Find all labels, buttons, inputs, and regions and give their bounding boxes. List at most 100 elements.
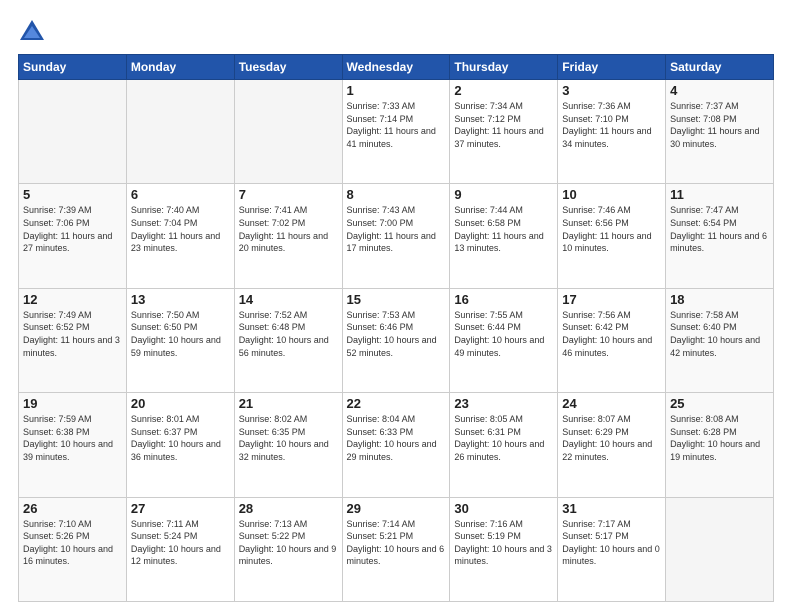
calendar-cell: 26Sunrise: 7:10 AM Sunset: 5:26 PM Dayli… [19,497,127,601]
day-info: Sunrise: 7:33 AM Sunset: 7:14 PM Dayligh… [347,100,446,150]
day-info: Sunrise: 7:50 AM Sunset: 6:50 PM Dayligh… [131,309,230,359]
day-info: Sunrise: 7:13 AM Sunset: 5:22 PM Dayligh… [239,518,338,568]
calendar-cell: 27 Sunrise: 7:11 AM Sunset: 5:24 PM Dayli… [126,497,234,601]
day-info: Sunrise: 8:04 AM Sunset: 6:33 PM Dayligh… [347,413,446,463]
calendar-cell: 8 Sunrise: 7:43 AM Sunset: 7:00 PM Daylig… [342,184,450,288]
calendar-cell: 16 Sunrise: 7:55 AM Sunset: 6:44 PM Dayli… [450,288,558,392]
calendar-cell: 11Sunrise: 7:47 AM Sunset: 6:54 PM Dayli… [666,184,774,288]
day-info: Sunrise: 8:02 AM Sunset: 6:35 PM Dayligh… [239,413,338,463]
day-info: Sunrise: 7:37 AM Sunset: 7:08 PM Dayligh… [670,100,769,150]
calendar-cell: 3 Sunrise: 7:36 AM Sunset: 7:10 PM Daylig… [558,80,666,184]
calendar-week-row: 1 Sunrise: 7:33 AM Sunset: 7:14 PM Daylig… [19,80,774,184]
calendar-cell: 1 Sunrise: 7:33 AM Sunset: 7:14 PM Daylig… [342,80,450,184]
calendar-cell: 10Sunrise: 7:46 AM Sunset: 6:56 PM Dayli… [558,184,666,288]
day-number: 4 [670,83,769,98]
calendar-cell: 17 Sunrise: 7:56 AM Sunset: 6:42 PM Dayli… [558,288,666,392]
calendar-week-row: 26Sunrise: 7:10 AM Sunset: 5:26 PM Dayli… [19,497,774,601]
day-info: Sunrise: 8:07 AM Sunset: 6:29 PM Dayligh… [562,413,661,463]
day-info: Sunrise: 7:44 AM Sunset: 6:58 PM Dayligh… [454,204,553,254]
day-info: Sunrise: 7:16 AM Sunset: 5:19 PM Dayligh… [454,518,553,568]
day-number: 28 [239,501,338,516]
day-info: Sunrise: 7:58 AM Sunset: 6:40 PM Dayligh… [670,309,769,359]
weekday-header: Sunday [19,55,127,80]
calendar-header-row: SundayMondayTuesdayWednesdayThursdayFrid… [19,55,774,80]
calendar-cell [19,80,127,184]
calendar-cell: 25 Sunrise: 8:08 AM Sunset: 6:28 PM Dayli… [666,393,774,497]
day-number: 27 [131,501,230,516]
calendar-page: SundayMondayTuesdayWednesdayThursdayFrid… [0,0,792,612]
day-number: 21 [239,396,338,411]
day-info: Sunrise: 7:34 AM Sunset: 7:12 PM Dayligh… [454,100,553,150]
day-number: 26 [23,501,122,516]
calendar-week-row: 5 Sunrise: 7:39 AM Sunset: 7:06 PM Daylig… [19,184,774,288]
day-number: 29 [347,501,446,516]
calendar-cell: 29 Sunrise: 7:14 AM Sunset: 5:21 PM Dayli… [342,497,450,601]
logo [18,18,50,46]
calendar-cell [666,497,774,601]
calendar-cell [234,80,342,184]
calendar-cell: 5 Sunrise: 7:39 AM Sunset: 7:06 PM Daylig… [19,184,127,288]
weekday-header: Tuesday [234,55,342,80]
day-number: 22 [347,396,446,411]
day-info: Sunrise: 7:41 AM Sunset: 7:02 PM Dayligh… [239,204,338,254]
day-info: Sunrise: 7:49 AM Sunset: 6:52 PM Dayligh… [23,309,122,359]
header [18,18,774,46]
day-number: 6 [131,187,230,202]
day-number: 18 [670,292,769,307]
day-info: Sunrise: 7:39 AM Sunset: 7:06 PM Dayligh… [23,204,122,254]
calendar-cell: 21 Sunrise: 8:02 AM Sunset: 6:35 PM Dayli… [234,393,342,497]
day-number: 10 [562,187,661,202]
calendar-week-row: 19Sunrise: 7:59 AM Sunset: 6:38 PM Dayli… [19,393,774,497]
day-info: Sunrise: 7:52 AM Sunset: 6:48 PM Dayligh… [239,309,338,359]
weekday-header: Monday [126,55,234,80]
calendar-cell: 14 Sunrise: 7:52 AM Sunset: 6:48 PM Dayli… [234,288,342,392]
calendar-cell: 6Sunrise: 7:40 AM Sunset: 7:04 PM Daylig… [126,184,234,288]
day-number: 15 [347,292,446,307]
day-number: 31 [562,501,661,516]
day-number: 25 [670,396,769,411]
calendar-table: SundayMondayTuesdayWednesdayThursdayFrid… [18,54,774,602]
day-number: 12 [23,292,122,307]
day-info: Sunrise: 7:17 AM Sunset: 5:17 PM Dayligh… [562,518,661,568]
day-info: Sunrise: 7:43 AM Sunset: 7:00 PM Dayligh… [347,204,446,254]
day-number: 20 [131,396,230,411]
day-info: Sunrise: 8:08 AM Sunset: 6:28 PM Dayligh… [670,413,769,463]
calendar-cell: 13 Sunrise: 7:50 AM Sunset: 6:50 PM Dayli… [126,288,234,392]
day-number: 7 [239,187,338,202]
day-number: 3 [562,83,661,98]
day-info: Sunrise: 7:11 AM Sunset: 5:24 PM Dayligh… [131,518,230,568]
day-info: Sunrise: 7:47 AM Sunset: 6:54 PM Dayligh… [670,204,769,254]
weekday-header: Wednesday [342,55,450,80]
day-info: Sunrise: 7:59 AM Sunset: 6:38 PM Dayligh… [23,413,122,463]
day-info: Sunrise: 8:05 AM Sunset: 6:31 PM Dayligh… [454,413,553,463]
calendar-cell: 24Sunrise: 8:07 AM Sunset: 6:29 PM Dayli… [558,393,666,497]
calendar-week-row: 12 Sunrise: 7:49 AM Sunset: 6:52 PM Dayli… [19,288,774,392]
calendar-cell [126,80,234,184]
day-number: 8 [347,187,446,202]
calendar-cell: 9Sunrise: 7:44 AM Sunset: 6:58 PM Daylig… [450,184,558,288]
day-info: Sunrise: 7:14 AM Sunset: 5:21 PM Dayligh… [347,518,446,568]
day-number: 23 [454,396,553,411]
calendar-cell: 18 Sunrise: 7:58 AM Sunset: 6:40 PM Dayli… [666,288,774,392]
day-number: 30 [454,501,553,516]
calendar-cell: 28 Sunrise: 7:13 AM Sunset: 5:22 PM Dayli… [234,497,342,601]
weekday-header: Saturday [666,55,774,80]
day-number: 5 [23,187,122,202]
day-number: 13 [131,292,230,307]
day-info: Sunrise: 7:53 AM Sunset: 6:46 PM Dayligh… [347,309,446,359]
calendar-cell: 12 Sunrise: 7:49 AM Sunset: 6:52 PM Dayli… [19,288,127,392]
calendar-cell: 30 Sunrise: 7:16 AM Sunset: 5:19 PM Dayli… [450,497,558,601]
calendar-cell: 4 Sunrise: 7:37 AM Sunset: 7:08 PM Daylig… [666,80,774,184]
calendar-cell: 19Sunrise: 7:59 AM Sunset: 6:38 PM Dayli… [19,393,127,497]
day-info: Sunrise: 7:56 AM Sunset: 6:42 PM Dayligh… [562,309,661,359]
day-number: 1 [347,83,446,98]
calendar-cell: 22 Sunrise: 8:04 AM Sunset: 6:33 PM Dayli… [342,393,450,497]
day-info: Sunrise: 8:01 AM Sunset: 6:37 PM Dayligh… [131,413,230,463]
day-number: 17 [562,292,661,307]
calendar-cell: 15 Sunrise: 7:53 AM Sunset: 6:46 PM Dayli… [342,288,450,392]
day-info: Sunrise: 7:55 AM Sunset: 6:44 PM Dayligh… [454,309,553,359]
weekday-header: Friday [558,55,666,80]
day-number: 14 [239,292,338,307]
day-info: Sunrise: 7:36 AM Sunset: 7:10 PM Dayligh… [562,100,661,150]
day-number: 16 [454,292,553,307]
